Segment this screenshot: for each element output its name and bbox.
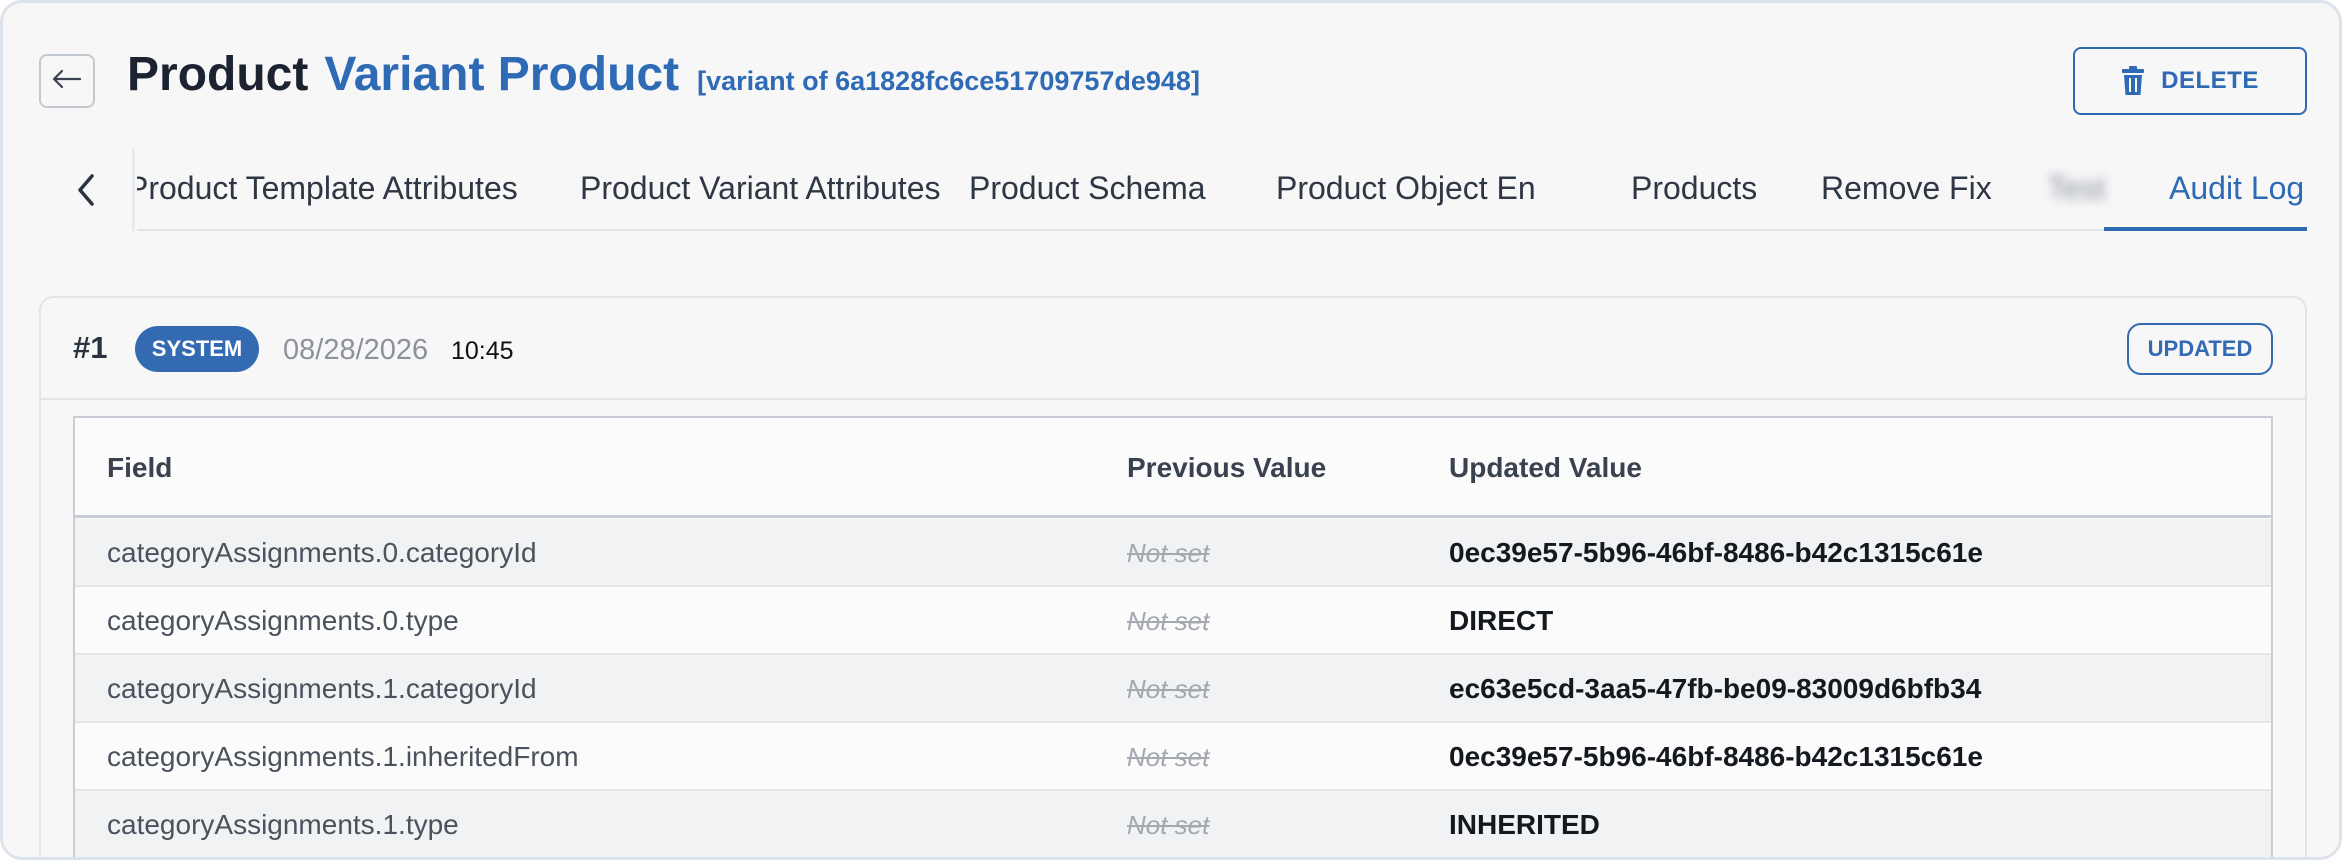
tab-blurred[interactable]: Test [2047, 149, 2106, 231]
field-cell: categoryAssignments.1.categoryId [107, 673, 537, 704]
previous-value-cell: Not set [1127, 810, 1210, 840]
delete-button-label: DELETE [2161, 67, 2259, 94]
updated-value-cell: 0ec39e57-5b96-46bf-8486-b42c1315c61e [1449, 537, 1983, 568]
previous-value-cell: Not set [1127, 606, 1210, 636]
table-row: categoryAssignments.1.type Not set INHER… [75, 791, 2271, 857]
updated-value-cell: INHERITED [1449, 809, 1600, 840]
tab-product-object-en[interactable]: Product Object En [1276, 149, 1536, 231]
previous-value-cell: Not set [1127, 742, 1210, 772]
previous-value-cell: Not set [1127, 674, 1210, 704]
tab-strip: Product Template Attributes Product Vari… [137, 149, 2307, 231]
tab-remove-fix[interactable]: Remove Fix [1821, 149, 1992, 231]
field-cell: categoryAssignments.1.inheritedFrom [107, 741, 579, 772]
trash-icon [2122, 66, 2145, 95]
tab-product-schema[interactable]: Product Schema [969, 149, 1206, 231]
changes-table: Field Previous Value Updated Value categ… [73, 416, 2273, 857]
table-row: categoryAssignments.0.categoryId Not set… [75, 519, 2271, 587]
table-row: categoryAssignments.1.categoryId Not set… [75, 655, 2271, 723]
variant-reference: [variant of 6a1828fc6ce51709757de948] [697, 66, 1200, 96]
audit-entry-card: #1 SYSTEM 08/28/2026 10:45 UPDATED Field… [39, 296, 2307, 857]
page-title-entity: Variant Product [324, 48, 680, 101]
arrow-left-icon [52, 69, 82, 94]
page-title: Product Variant Product [variant of 6a18… [127, 47, 1200, 117]
actor-badge: SYSTEM [135, 326, 259, 372]
delete-button[interactable]: DELETE [2073, 47, 2307, 115]
chevron-left-icon [77, 174, 94, 206]
tab-products[interactable]: Products [1631, 149, 1757, 231]
active-tab-indicator [2104, 227, 2307, 231]
tab-bar: Product Template Attributes Product Vari… [39, 149, 2307, 231]
updated-value-cell: DIRECT [1449, 605, 1554, 636]
audit-entry-header: #1 SYSTEM 08/28/2026 10:45 UPDATED [41, 298, 2305, 400]
field-cell: categoryAssignments.0.type [107, 605, 459, 636]
column-header-updated-value: Updated Value [1449, 452, 1642, 483]
updated-value-cell: 0ec39e57-5b96-46bf-8486-b42c1315c61e [1449, 741, 1983, 772]
updated-value-cell: ec63e5cd-3aa5-47fb-be09-83009d6bfb34 [1449, 673, 1982, 704]
entry-number: #1 [73, 330, 108, 365]
action-badge: UPDATED [2127, 323, 2273, 375]
column-header-field: Field [107, 452, 173, 483]
table-row: categoryAssignments.0.type Not set DIREC… [75, 587, 2271, 655]
tab-product-template-attributes[interactable]: Product Template Attributes [137, 149, 518, 231]
table-row: categoryAssignments.1.inheritedFrom Not … [75, 723, 2271, 791]
app-frame: Product Variant Product [variant of 6a18… [0, 0, 2342, 860]
back-button[interactable] [39, 54, 95, 108]
table-header: Field Previous Value Updated Value [75, 418, 2271, 518]
previous-value-cell: Not set [1127, 538, 1210, 568]
tab-audit-log[interactable]: Audit Log [2169, 149, 2304, 231]
field-cell: categoryAssignments.0.categoryId [107, 537, 537, 568]
tab-product-variant-attributes[interactable]: Product Variant Attributes [580, 149, 940, 231]
entry-time: 10:45 [451, 337, 514, 365]
column-header-previous-value: Previous Value [1127, 452, 1327, 483]
entry-date: 08/28/2026 [283, 334, 429, 366]
tab-scroll-prev-button[interactable] [39, 149, 135, 231]
page-title-main: Product [127, 48, 309, 101]
field-cell: categoryAssignments.1.type [107, 809, 459, 840]
